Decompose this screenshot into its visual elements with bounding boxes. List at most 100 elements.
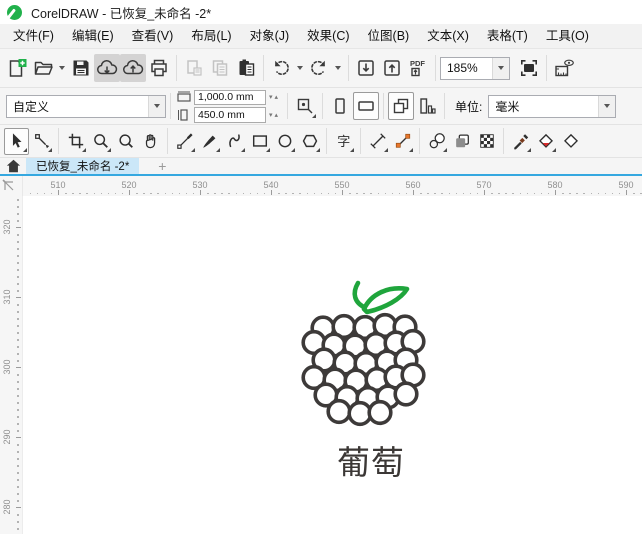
- drop-shadow-icon: [455, 134, 469, 148]
- units-value: 毫米: [495, 99, 520, 114]
- landscape-icon: [358, 101, 374, 111]
- page-width-field[interactable]: 1,000.0 mm: [194, 89, 266, 105]
- page-preset-dropdown[interactable]: [148, 95, 165, 117]
- menu-text[interactable]: 文本(X): [418, 24, 478, 48]
- plus-icon: +: [158, 158, 167, 174]
- freehand-tool[interactable]: [172, 128, 197, 155]
- menu-view[interactable]: 查看(V): [123, 24, 183, 48]
- fullscreen-preview-button[interactable]: [516, 54, 542, 82]
- flyout-indicator-icon: [265, 148, 270, 152]
- zoom-out-tool[interactable]: [113, 128, 138, 155]
- b-spline-tool[interactable]: [222, 128, 247, 155]
- drawing-canvas[interactable]: 葡萄: [22, 196, 642, 534]
- menu-tools[interactable]: 工具(O): [537, 24, 598, 48]
- vertical-ruler[interactable]: 320 310 300 290 280: [0, 196, 22, 534]
- menu-effects[interactable]: 效果(C): [298, 24, 358, 48]
- separator: [263, 55, 264, 81]
- menu-bar: 文件(F) 编辑(E) 查看(V) 布局(L) 对象(J) 效果(C) 位图(B…: [0, 24, 642, 49]
- hand-icon: [145, 134, 155, 149]
- grape-caption-text[interactable]: 葡萄: [291, 436, 451, 484]
- redo-dropdown[interactable]: [332, 55, 344, 81]
- view-rulers-button[interactable]: [551, 54, 577, 82]
- blend-tool[interactable]: [424, 128, 449, 155]
- welcome-screen-button[interactable]: [0, 158, 26, 174]
- new-tab-button[interactable]: +: [147, 158, 177, 174]
- connector-tool[interactable]: [390, 128, 415, 155]
- publish-pdf-button[interactable]: PDF: [405, 54, 431, 82]
- units-dropdown[interactable]: [598, 95, 616, 117]
- publish-pdf-icon: PDF: [410, 59, 425, 77]
- menu-table[interactable]: 表格(T): [478, 24, 537, 48]
- chevron-down-icon: [604, 104, 611, 108]
- menu-edit[interactable]: 编辑(E): [63, 24, 123, 48]
- page-dimensions-button[interactable]: [292, 92, 318, 120]
- spin-down-icon: ▾: [269, 94, 273, 102]
- ruler-origin-corner[interactable]: [0, 176, 22, 196]
- mesh-fill-tool[interactable]: [558, 128, 583, 155]
- transparency-icon: [479, 134, 494, 148]
- pick-tool[interactable]: [4, 127, 29, 155]
- chevron-down-icon: [297, 66, 303, 70]
- portrait-icon: [335, 98, 345, 114]
- separator: [444, 93, 446, 119]
- flyout-indicator-icon: [442, 148, 447, 152]
- new-document-button[interactable]: [4, 54, 30, 82]
- ruler-row: 510 520 530 540 550 560 570 580 590: [0, 176, 642, 196]
- export-button[interactable]: [379, 54, 405, 82]
- zoom-level-combo[interactable]: 185%: [440, 56, 510, 80]
- menu-file[interactable]: 文件(F): [4, 24, 63, 48]
- undo-button[interactable]: [268, 54, 294, 82]
- cloud-upload-button[interactable]: [120, 54, 146, 82]
- text-tool[interactable]: 字: [331, 128, 356, 155]
- flyout-indicator-icon: [315, 148, 320, 152]
- open-dropdown[interactable]: [56, 55, 68, 81]
- paste-special-icon: [187, 60, 202, 76]
- coreldraw-window: CorelDRAW - 已恢复_未命名 -2* 文件(F) 编辑(E) 查看(V…: [0, 0, 642, 534]
- page-height-field[interactable]: 450.0 mm: [194, 107, 266, 123]
- page-height-icon: [178, 109, 188, 121]
- pan-tool[interactable]: [138, 128, 163, 155]
- home-icon: [6, 159, 20, 173]
- rectangle-tool[interactable]: [247, 128, 272, 155]
- interactive-fill-tool[interactable]: [533, 128, 558, 155]
- shape-tool[interactable]: [29, 128, 54, 155]
- color-eyedropper-tool[interactable]: [508, 128, 533, 155]
- menu-layout[interactable]: 布局(L): [182, 24, 240, 48]
- coreldraw-logo-icon: [7, 4, 22, 20]
- import-button[interactable]: [353, 54, 379, 82]
- flyout-indicator-icon: [349, 148, 354, 152]
- separator: [322, 93, 324, 119]
- transparency-tool[interactable]: [474, 128, 499, 155]
- page-width-spinner[interactable]: ▾ ▴: [266, 93, 281, 101]
- zoom-tool[interactable]: [88, 128, 113, 155]
- ellipse-tool[interactable]: [272, 128, 297, 155]
- separator: [167, 128, 168, 154]
- paste-button[interactable]: [233, 54, 259, 82]
- apply-current-page-button[interactable]: [414, 92, 440, 120]
- menu-bitmaps[interactable]: 位图(B): [359, 24, 419, 48]
- save-button[interactable]: [68, 54, 94, 82]
- horizontal-ruler[interactable]: 510 520 530 540 550 560 570 580 590: [22, 176, 642, 196]
- cloud-download-button[interactable]: [94, 54, 120, 82]
- undo-dropdown[interactable]: [294, 55, 306, 81]
- landscape-button[interactable]: [353, 92, 380, 120]
- redo-button[interactable]: [306, 54, 332, 82]
- undo-icon: [275, 60, 289, 75]
- portrait-button[interactable]: [327, 92, 353, 120]
- print-button[interactable]: [146, 54, 172, 82]
- units-label: 单位:: [455, 99, 483, 114]
- artistic-media-tool[interactable]: [197, 128, 222, 155]
- apply-all-pages-button[interactable]: [388, 92, 415, 120]
- document-tab-active[interactable]: 已恢复_未命名 -2*: [26, 158, 140, 174]
- dimension-tool[interactable]: [365, 128, 390, 155]
- menu-object[interactable]: 对象(J): [241, 24, 299, 48]
- separator: [383, 93, 385, 119]
- drop-shadow-tool[interactable]: [449, 128, 474, 155]
- page-preset-combo[interactable]: 自定义: [6, 94, 166, 118]
- zoom-level-dropdown[interactable]: [492, 57, 509, 79]
- page-height-spinner[interactable]: ▾ ▴: [266, 111, 281, 119]
- units-combo[interactable]: 毫米: [488, 94, 617, 118]
- polygon-tool[interactable]: [297, 128, 322, 155]
- open-button[interactable]: [30, 54, 56, 82]
- crop-tool[interactable]: [63, 128, 88, 155]
